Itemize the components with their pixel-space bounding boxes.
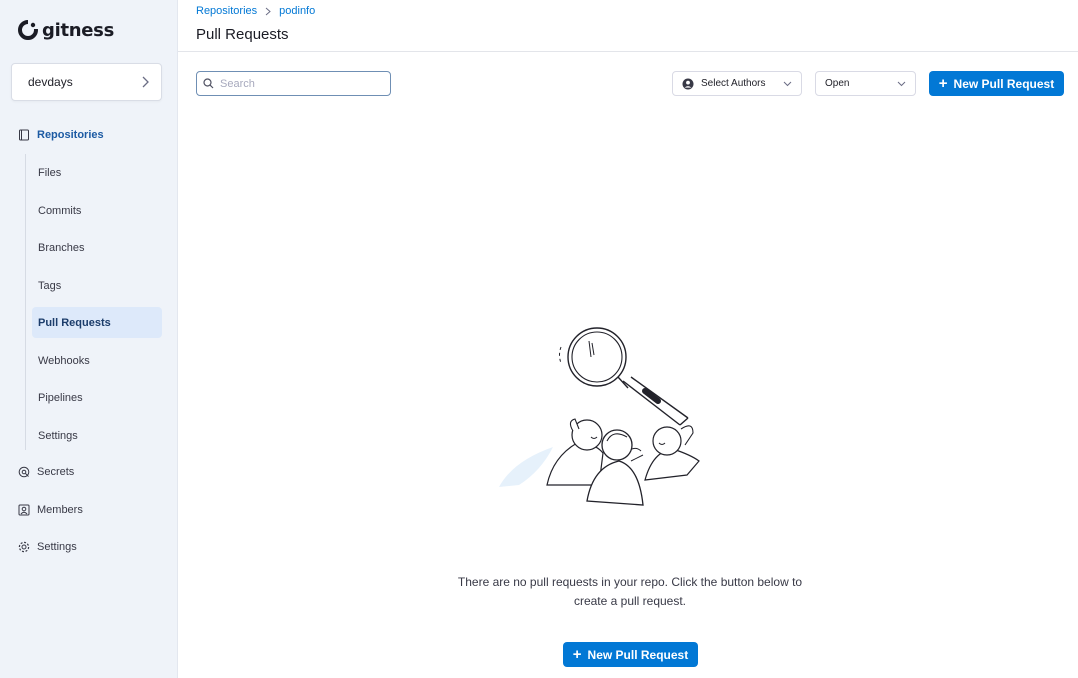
sidebar-item-pipelines[interactable]: Pipelines [32, 382, 162, 413]
empty-state-line-1: There are no pull requests in your repo.… [457, 575, 803, 589]
nav-members-label: Members [37, 504, 83, 516]
nav-members[interactable]: Members [18, 499, 83, 521]
authors-dropdown[interactable]: Select Authors [672, 71, 802, 96]
empty-state-message: There are no pull requests in your repo.… [450, 573, 810, 611]
chevron-down-icon [783, 81, 792, 86]
sub-nav-divider [25, 154, 26, 450]
logo-text: gitness [42, 19, 115, 41]
sidebar-item-label: Settings [38, 429, 78, 442]
empty-state-button-label: New Pull Request [587, 647, 689, 662]
nav-secrets[interactable]: Secrets [18, 461, 74, 483]
new-pull-request-label: New Pull Request [953, 76, 1055, 91]
nav-secrets-label: Secrets [37, 466, 75, 478]
chevron-right-icon [265, 7, 271, 15]
authors-label: Select Authors [701, 78, 766, 89]
sidebar-item-pull-requests[interactable]: Pull Requests [32, 307, 162, 338]
breadcrumb-repo[interactable]: podinfo [279, 5, 315, 17]
state-dropdown[interactable]: Open [815, 71, 916, 96]
state-label: Open [825, 78, 850, 89]
sidebar-item-label: Branches [38, 241, 85, 254]
sidebar-item-webhooks[interactable]: Webhooks [32, 345, 162, 376]
secrets-icon [18, 466, 30, 478]
repo-selector[interactable]: devdays [11, 63, 162, 101]
nav-settings-label: Settings [37, 541, 77, 553]
page-title: Pull Requests [196, 26, 289, 43]
gitness-logo-icon [18, 20, 38, 40]
plus-icon: + [938, 75, 948, 92]
breadcrumb-repositories[interactable]: Repositories [196, 5, 257, 17]
plus-icon: + [572, 646, 582, 663]
nav-settings[interactable]: Settings [18, 536, 77, 558]
sidebar-item-files[interactable]: Files [32, 157, 162, 188]
sidebar-item-label: Tags [38, 279, 62, 292]
sidebar-item-tags[interactable]: Tags [32, 270, 162, 301]
search-icon [203, 78, 214, 89]
app-logo[interactable]: gitness [18, 18, 114, 42]
empty-state-new-pull-request-button[interactable]: + New Pull Request [563, 642, 698, 667]
user-icon [682, 78, 694, 89]
sidebar-item-label: Webhooks [38, 354, 90, 367]
empty-state-illustration [499, 327, 700, 506]
chevron-down-icon [897, 81, 906, 86]
gear-icon [18, 541, 30, 553]
empty-state-line-2: create a pull request. [573, 594, 687, 608]
chevron-right-icon [142, 76, 149, 88]
page-header: Repositories podinfo Pull Requests [178, 0, 1078, 52]
new-pull-request-button[interactable]: + New Pull Request [929, 71, 1064, 96]
sidebar-item-label: Commits [38, 204, 82, 217]
breadcrumb: Repositories podinfo [196, 5, 315, 17]
search-input[interactable] [220, 77, 380, 90]
nav-repositories-label: Repositories [37, 129, 104, 141]
sidebar-item-commits[interactable]: Commits [32, 195, 162, 226]
repository-icon [19, 129, 29, 141]
repo-name: devdays [28, 75, 73, 89]
sidebar-item-label: Files [38, 166, 62, 179]
search-box[interactable] [196, 71, 391, 96]
sidebar-item-label: Pipelines [38, 391, 83, 404]
sidebar-item-repo-settings[interactable]: Settings [32, 420, 162, 451]
sidebar: gitness devdays Repositories Files Commi… [0, 0, 178, 678]
sidebar-item-label: Pull Requests [38, 316, 111, 329]
sidebar-item-branches[interactable]: Branches [32, 232, 162, 263]
nav-repositories[interactable]: Repositories [18, 124, 104, 146]
members-icon [18, 504, 30, 516]
